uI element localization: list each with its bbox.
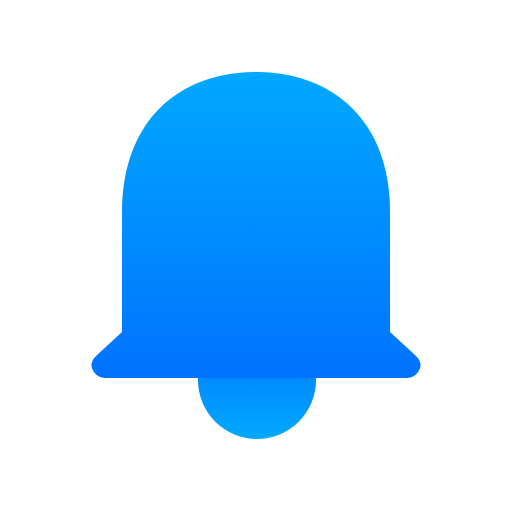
bell-body (91, 72, 421, 378)
bell-clapper (198, 370, 316, 439)
bell-icon (91, 72, 421, 439)
icon-canvas (0, 0, 512, 512)
